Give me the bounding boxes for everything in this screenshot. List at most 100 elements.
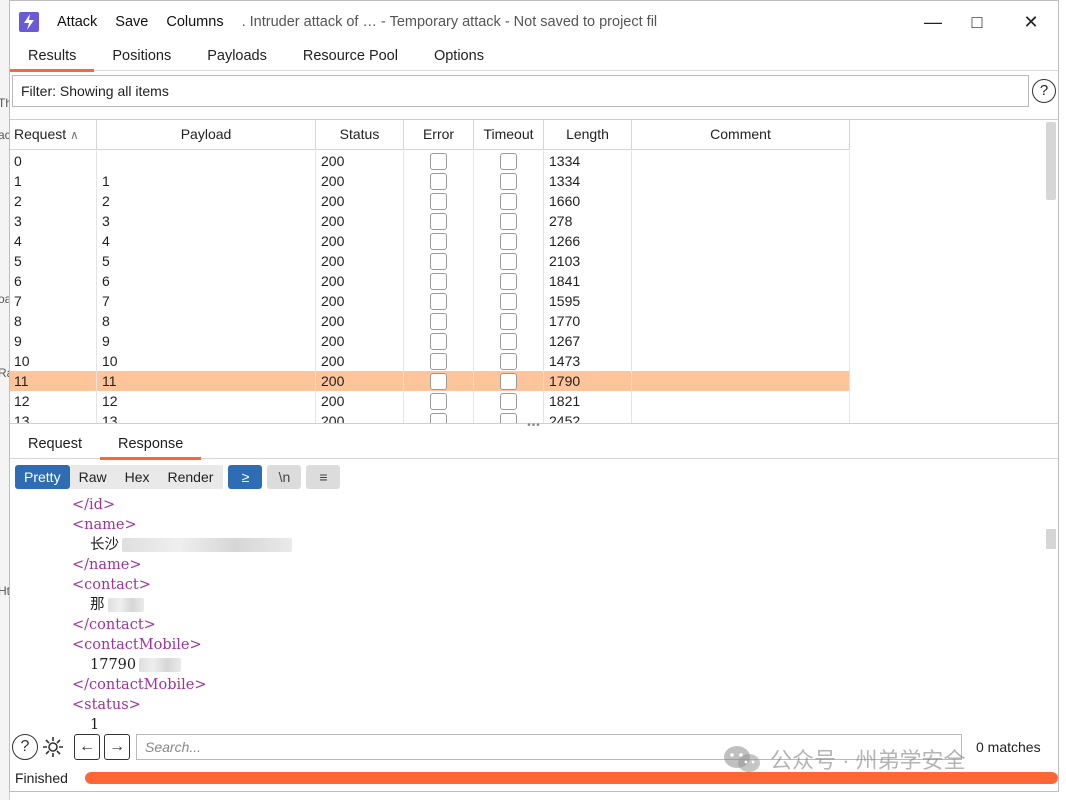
timeout-checkbox[interactable] bbox=[500, 312, 517, 330]
view-pretty-button[interactable]: Pretty bbox=[15, 465, 70, 489]
tab-positions[interactable]: Positions bbox=[94, 43, 189, 71]
previous-match-arrow-icon[interactable]: ← bbox=[74, 734, 100, 760]
timeout-checkbox[interactable] bbox=[500, 412, 517, 423]
table-row[interactable]: 5 5 200 2103 bbox=[10, 251, 850, 271]
cell-timeout bbox=[474, 211, 544, 231]
results-table: Request ∧ Payload Status Error Timeout L… bbox=[10, 119, 1058, 423]
column-header-comment[interactable]: Comment bbox=[632, 120, 850, 150]
filter-bar[interactable]: Filter: Showing all items bbox=[12, 75, 1029, 107]
minimize-icon[interactable]: — bbox=[918, 7, 948, 37]
title-bar: Attack Save Columns . Intruder attack of… bbox=[10, 1, 1058, 43]
table-row[interactable]: 6 6 200 1841 bbox=[10, 271, 850, 291]
column-header-length[interactable]: Length bbox=[544, 120, 632, 150]
next-match-arrow-icon[interactable]: → bbox=[104, 734, 130, 760]
table-row[interactable]: 9 9 200 1267 bbox=[10, 331, 850, 351]
timeout-checkbox[interactable] bbox=[500, 352, 517, 370]
error-checkbox[interactable] bbox=[430, 332, 447, 350]
tab-payloads[interactable]: Payloads bbox=[189, 43, 285, 71]
timeout-checkbox[interactable] bbox=[500, 152, 517, 170]
cell-length: 2103 bbox=[544, 251, 632, 271]
cell-timeout bbox=[474, 311, 544, 331]
cell-error bbox=[404, 371, 474, 391]
tab-results[interactable]: Results bbox=[10, 43, 95, 72]
table-row[interactable]: 3 3 200 278 bbox=[10, 211, 850, 231]
timeout-checkbox[interactable] bbox=[500, 392, 517, 410]
column-header-timeout[interactable]: Timeout bbox=[474, 120, 544, 150]
cell-timeout bbox=[474, 251, 544, 271]
error-checkbox[interactable] bbox=[430, 312, 447, 330]
pane-splitter[interactable]: ••• bbox=[10, 421, 1058, 431]
timeout-checkbox[interactable] bbox=[500, 292, 517, 310]
error-checkbox[interactable] bbox=[430, 192, 447, 210]
view-render-button[interactable]: Render bbox=[158, 465, 224, 489]
timeout-checkbox[interactable] bbox=[500, 192, 517, 210]
table-row[interactable]: 13 13 200 2452 bbox=[10, 411, 850, 423]
tab-response[interactable]: Response bbox=[100, 431, 202, 460]
editor-menu-icon[interactable]: ≡ bbox=[306, 465, 341, 489]
redacted-text bbox=[107, 598, 144, 612]
error-checkbox[interactable] bbox=[430, 172, 447, 190]
error-checkbox[interactable] bbox=[430, 392, 447, 410]
cell-comment bbox=[632, 271, 850, 291]
tab-request[interactable]: Request bbox=[10, 431, 100, 459]
help-icon[interactable]: ? bbox=[1032, 79, 1056, 103]
timeout-checkbox[interactable] bbox=[500, 272, 517, 290]
error-checkbox[interactable] bbox=[430, 252, 447, 270]
menu-save[interactable]: Save bbox=[115, 14, 148, 30]
table-row[interactable]: 8 8 200 1770 bbox=[10, 311, 850, 331]
cell-request: 7 bbox=[10, 291, 97, 311]
help-icon[interactable]: ? bbox=[12, 734, 38, 760]
view-raw-button[interactable]: Raw bbox=[69, 465, 116, 489]
error-checkbox[interactable] bbox=[430, 212, 447, 230]
column-header-payload[interactable]: Payload bbox=[97, 120, 316, 150]
cell-timeout bbox=[474, 391, 544, 411]
cell-status: 200 bbox=[316, 291, 404, 311]
word-wrap-icon[interactable]: ≥ bbox=[228, 465, 263, 489]
table-row[interactable]: 10 10 200 1473 bbox=[10, 351, 850, 371]
tab-resource-pool[interactable]: Resource Pool bbox=[285, 43, 416, 71]
menu-attack[interactable]: Attack bbox=[57, 14, 97, 30]
table-row[interactable]: 11 11 200 1790 bbox=[10, 371, 850, 391]
table-row[interactable]: 0 200 1334 bbox=[10, 151, 850, 171]
cell-payload bbox=[97, 151, 316, 171]
error-checkbox[interactable] bbox=[430, 232, 447, 250]
table-row[interactable]: 12 12 200 1821 bbox=[10, 391, 850, 411]
table-row[interactable]: 7 7 200 1595 bbox=[10, 291, 850, 311]
intruder-attack-window: Attack Save Columns . Intruder attack of… bbox=[9, 0, 1059, 792]
table-row[interactable]: 2 2 200 1660 bbox=[10, 191, 850, 211]
column-header-status[interactable]: Status bbox=[316, 120, 404, 150]
error-checkbox[interactable] bbox=[430, 152, 447, 170]
response-body[interactable]: </id> <name> 长沙 </name> <contact> 那 </contact>… bbox=[10, 495, 1058, 729]
error-checkbox[interactable] bbox=[430, 412, 447, 423]
results-scrollbar[interactable] bbox=[1046, 122, 1056, 200]
maximize-icon[interactable]: □ bbox=[962, 7, 992, 37]
timeout-checkbox[interactable] bbox=[500, 252, 517, 270]
close-icon[interactable]: ✕ bbox=[1016, 7, 1046, 37]
error-checkbox[interactable] bbox=[430, 272, 447, 290]
settings-gear-icon[interactable] bbox=[40, 734, 66, 760]
menu-columns[interactable]: Columns bbox=[166, 14, 223, 30]
cell-comment bbox=[632, 351, 850, 371]
timeout-checkbox[interactable] bbox=[500, 172, 517, 190]
cell-payload: 2 bbox=[97, 191, 316, 211]
timeout-checkbox[interactable] bbox=[500, 232, 517, 250]
search-bar: ? ← → 0 matches bbox=[10, 733, 1058, 761]
table-row[interactable]: 4 4 200 1266 bbox=[10, 231, 850, 251]
column-header-request[interactable]: Request ∧ bbox=[10, 120, 97, 150]
view-hex-button[interactable]: Hex bbox=[115, 465, 159, 489]
cell-error bbox=[404, 411, 474, 423]
show-newlines-icon[interactable]: \n bbox=[267, 465, 302, 489]
response-scrollbar[interactable] bbox=[1046, 529, 1056, 549]
cell-status: 200 bbox=[316, 151, 404, 171]
tab-options[interactable]: Options bbox=[416, 43, 502, 71]
timeout-checkbox[interactable] bbox=[500, 332, 517, 350]
error-checkbox[interactable] bbox=[430, 372, 447, 390]
error-checkbox[interactable] bbox=[430, 292, 447, 310]
search-input[interactable] bbox=[136, 734, 962, 760]
timeout-checkbox[interactable] bbox=[500, 372, 517, 390]
column-header-error[interactable]: Error bbox=[404, 120, 474, 150]
cell-request: 4 bbox=[10, 231, 97, 251]
error-checkbox[interactable] bbox=[430, 352, 447, 370]
timeout-checkbox[interactable] bbox=[500, 212, 517, 230]
table-row[interactable]: 1 1 200 1334 bbox=[10, 171, 850, 191]
